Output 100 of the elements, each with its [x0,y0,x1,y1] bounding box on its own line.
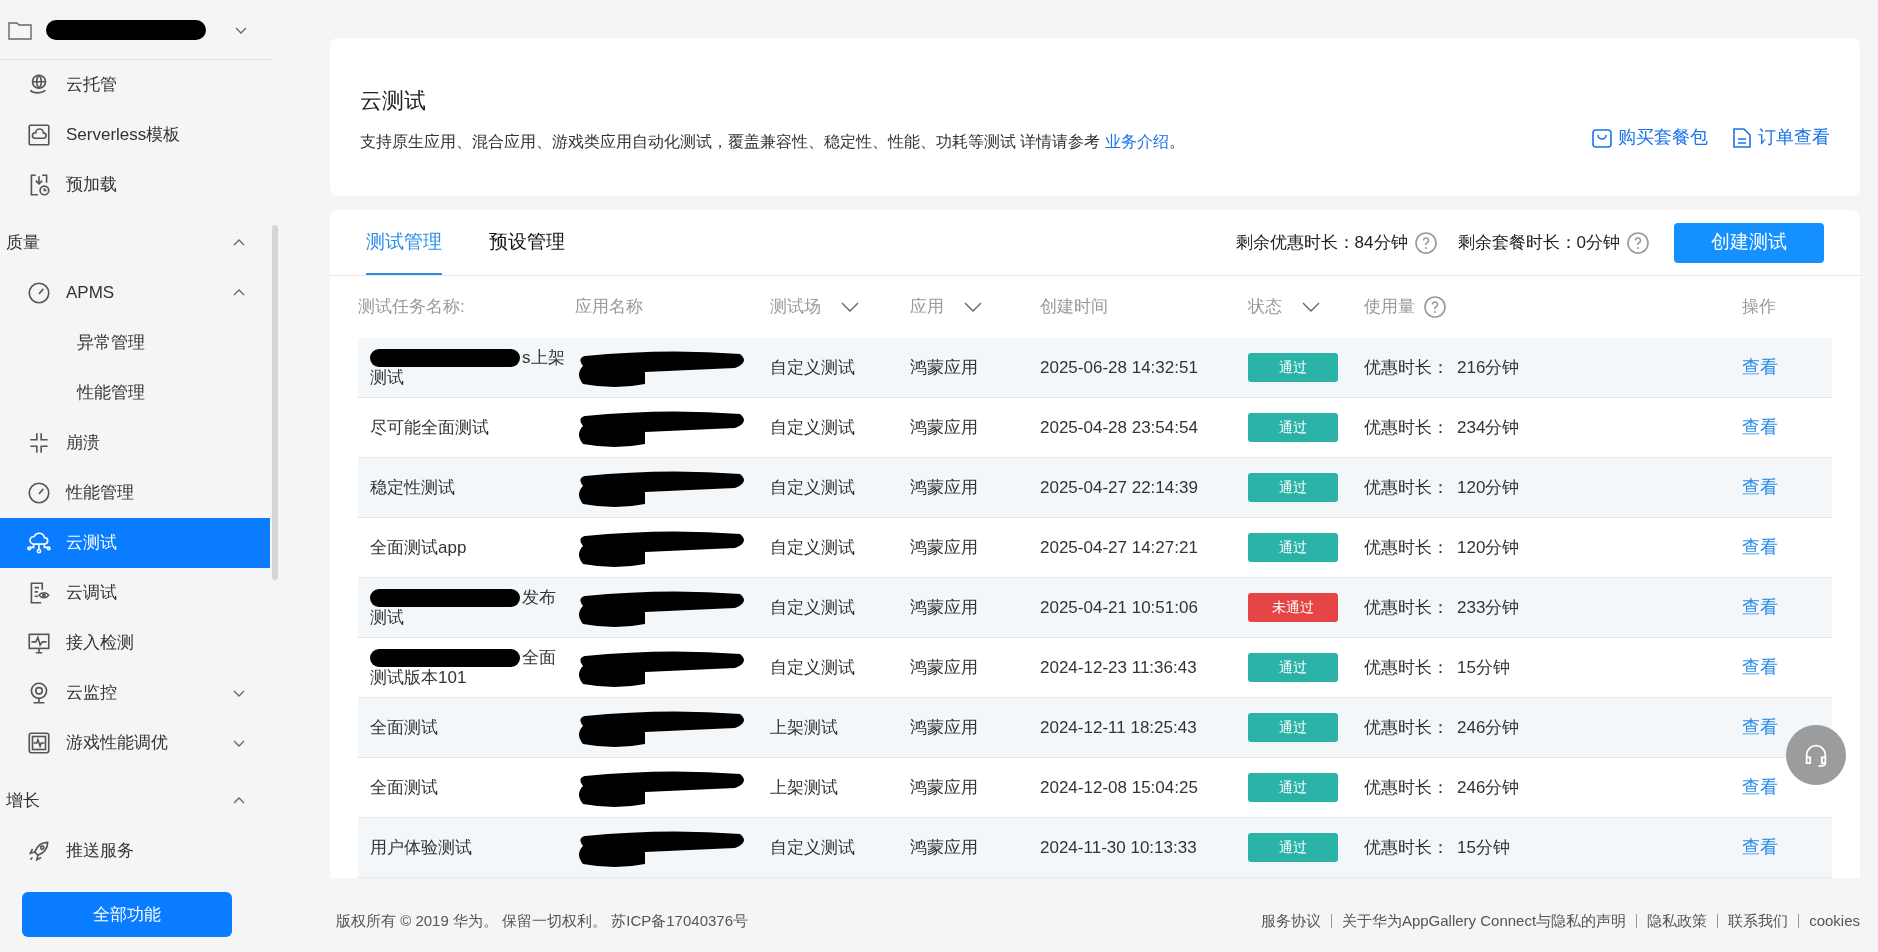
tab[interactable]: 预设管理 [489,211,565,275]
sidebar-item[interactable]: 接入检测 [0,618,270,668]
view-link[interactable]: 查看 [1742,777,1778,797]
tab[interactable]: 测试管理 [366,211,442,275]
status-badge: 通过 [1248,353,1338,382]
column-header: 应用名称 [575,296,643,319]
table-cell-text: 鸿蒙应用 [910,356,979,379]
usage-label: 优惠时长： [1364,836,1449,859]
table-cell-text: 自定义测试 [770,476,856,499]
sidebar-item[interactable]: 云监控 [0,668,270,718]
footer-link[interactable]: cookies [1809,909,1860,933]
usage-label: 优惠时长： [1364,476,1449,499]
chip-pulse-icon [26,730,52,756]
description: 支持原生应用、混合应用、游戏类应用自动化测试，覆盖兼容性、稳定性、性能、功耗等测试 详情请参考 业务介绍。 [360,132,1185,152]
sidebar-item[interactable]: Serverless模板 [0,110,270,160]
usage-label: 优惠时长： [1364,416,1449,439]
footer-link[interactable]: 关于华为AppGallery Connect与隐私的声明 [1341,909,1627,933]
filter-chevron-icon[interactable] [1302,301,1320,313]
task-name: 测试版本101 [370,667,467,688]
table-cell-text: 上架测试 [770,716,839,739]
sidebar-item[interactable]: 异常管理 [0,318,270,368]
column-header: 创建时间 [1040,296,1108,319]
column-header: 状态 [1248,296,1282,319]
task-name: 测试 [370,367,404,388]
task-name: 全面测试 [370,777,439,798]
table-cell-text: 鸿蒙应用 [910,536,979,559]
sidebar-item[interactable]: 游戏性能调优 [0,718,270,768]
link[interactable]: 业务介绍 [1104,133,1169,150]
view-link[interactable]: 查看 [1742,417,1778,437]
cloud-network-icon [26,530,52,556]
status-badge: 通过 [1248,773,1338,802]
folder-icon [8,19,32,40]
sidebar-item[interactable]: 预加载 [0,160,270,210]
footer-link[interactable]: 服务协议 [1260,909,1321,933]
help-icon[interactable] [1423,295,1447,319]
filter-chevron-icon[interactable] [841,301,859,313]
task-name: 全面测试 [370,717,439,738]
sidebar-item[interactable]: 云托管 [0,60,270,110]
table-cell-text: 鸿蒙应用 [910,596,979,619]
usage-label: 优惠时长： [1364,656,1449,679]
task-name: 稳定性测试 [370,477,456,498]
status-badge: 通过 [1248,833,1338,862]
view-link[interactable]: 查看 [1742,537,1778,557]
table-cell-text: 鸿蒙应用 [910,776,979,799]
sidebar-item[interactable]: 云测试 [0,518,270,568]
status-badge: 通过 [1248,473,1338,502]
column-header: 测试任务名称: [358,296,465,319]
header-action-link[interactable]: 购买套餐包 [1590,124,1708,151]
help-icon[interactable] [1413,230,1438,255]
usage-value: 246分钟 [1457,776,1520,799]
table-cell-text: 上架测试 [770,776,839,799]
page-title: 云测试 [360,87,427,115]
view-link[interactable]: 查看 [1742,657,1778,677]
scrollbar-thumb[interactable] [272,225,278,580]
usage-label: 优惠时长： [1364,776,1449,799]
usage-label: 优惠时长： [1364,536,1449,559]
table-cell-text: 鸿蒙应用 [910,416,979,439]
usage-value: 120分钟 [1457,476,1520,499]
sidebar-item[interactable]: 推送服务 [0,826,270,876]
usage-value: 234分钟 [1457,416,1520,439]
column-header: 使用量 [1364,296,1415,319]
sidebar-item[interactable]: 崩溃 [0,418,270,468]
footer-link[interactable]: 联系我们 [1728,909,1789,933]
sidebar-item[interactable]: 云调试 [0,568,270,618]
quota-label: 剩余优惠时长：84分钟 [1235,231,1408,254]
column-header: 应用 [910,296,944,319]
task-name: 测试 [370,607,404,628]
table-cell-text: 鸿蒙应用 [910,476,979,499]
table-cell-text: 2024-11-30 10:13:33 [1040,836,1198,859]
sidebar-section[interactable]: 增长 [0,776,270,826]
table-cell-text: 自定义测试 [770,416,856,439]
table-cell-text: 2025-04-21 10:51:06 [1040,596,1199,619]
table-cell-text: 自定义测试 [770,596,856,619]
filter-chevron-icon[interactable] [964,301,982,313]
usage-value: 233分钟 [1457,596,1520,619]
usage-value: 15分钟 [1457,836,1510,859]
table-cell-text: 2025-04-27 22:14:39 [1040,476,1199,499]
sidebar-section[interactable]: 质量 [0,218,270,268]
usage-label: 优惠时长： [1364,716,1449,739]
footer-link[interactable]: 隐私政策 [1647,909,1708,933]
column-header: 操作 [1742,296,1776,319]
usage-value: 15分钟 [1457,656,1510,679]
table-cell-text: 自定义测试 [770,536,856,559]
sidebar-item[interactable]: APMS [0,268,270,318]
status-badge: 通过 [1248,653,1338,682]
document-icon [1730,125,1754,150]
sidebar-item[interactable]: 性能管理 [0,368,270,418]
all-features-button[interactable]: 全部功能 [22,892,232,937]
task-name: 全面 [522,647,556,668]
table-cell-text: 鸿蒙应用 [910,716,979,739]
status-badge: 未通过 [1248,593,1338,622]
quota-label: 剩余套餐时长：0分钟 [1457,231,1620,254]
header-action-link[interactable]: 订单查看 [1730,124,1830,151]
sidebar-item[interactable]: 性能管理 [0,468,270,518]
column-header: 测试场 [770,296,821,319]
table-cell-text: 2024-12-11 18:25:43 [1040,716,1198,739]
help-icon[interactable] [1626,230,1650,255]
status-badge: 通过 [1248,413,1338,442]
table-cell-text: 自定义测试 [770,356,856,379]
table-cell-text: 2025-04-28 23:54:54 [1040,416,1199,439]
